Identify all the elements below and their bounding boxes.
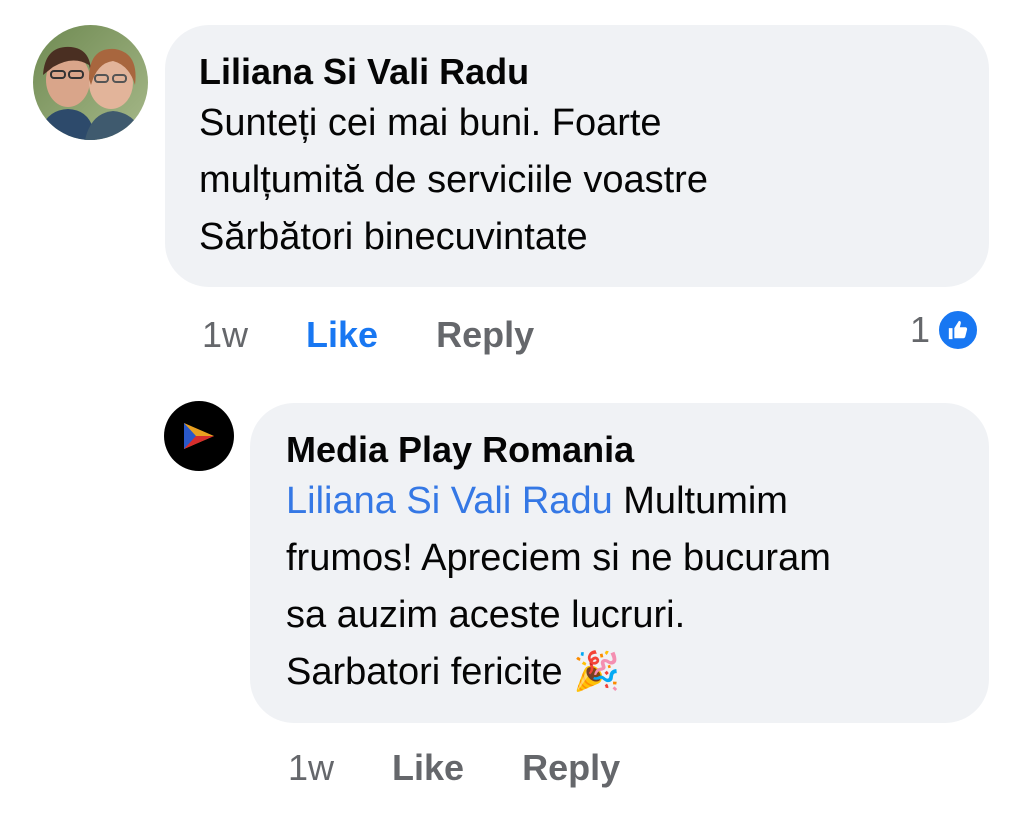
like-button[interactable]: Like (392, 747, 464, 789)
comment-bubble: Liliana Si Vali Radu Sunteți cei mai bun… (165, 25, 989, 287)
comments-thread: Liliana Si Vali Radu Sunteți cei mai bun… (0, 0, 1024, 821)
reply-author[interactable]: Media Play Romania (286, 427, 953, 473)
reply-text: Liliana Si Vali Radu Multumim frumos! Ap… (286, 473, 953, 701)
mention-link[interactable]: Liliana Si Vali Radu (286, 480, 613, 522)
reply-bubble: Media Play Romania Liliana Si Vali Radu … (250, 403, 989, 723)
reply-button[interactable]: Reply (436, 314, 534, 356)
reply-button[interactable]: Reply (522, 747, 620, 789)
comment-text: Sunteți cei mai buni. Foarte mulțumită d… (199, 102, 708, 258)
like-button[interactable]: Like (306, 314, 378, 356)
play-logo-icon (184, 423, 214, 449)
reaction-summary[interactable]: 1 (910, 307, 981, 353)
avatar[interactable] (33, 25, 148, 140)
reply-actions: 1w Like Reply (288, 743, 620, 793)
reply-timestamp[interactable]: 1w (288, 747, 334, 789)
profile-photo (33, 25, 148, 140)
comment-author[interactable]: Liliana Si Vali Radu (199, 49, 955, 95)
reaction-count: 1 (910, 309, 931, 350)
thumbs-up-icon (936, 308, 981, 352)
comment-timestamp[interactable]: 1w (202, 314, 248, 356)
page-avatar[interactable] (164, 401, 234, 471)
comment-actions: 1w Like Reply (202, 310, 534, 360)
party-popper-icon: 🎉 (573, 651, 621, 693)
